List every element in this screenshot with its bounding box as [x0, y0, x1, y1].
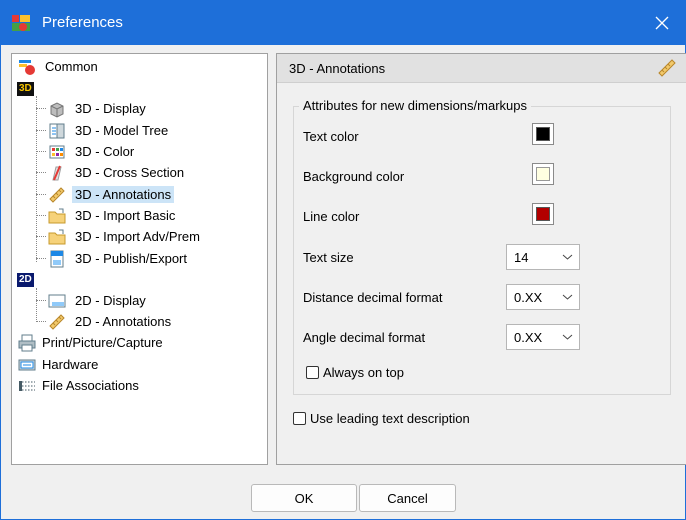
tree-item-2d-display[interactable]: 2D - Display [48, 290, 149, 311]
cross-section-icon [52, 165, 62, 180]
tree-connector [36, 236, 46, 237]
distance-format-label: Distance decimal format [303, 290, 443, 305]
ok-button[interactable]: OK [251, 484, 357, 512]
model-tree-icon [49, 123, 65, 138]
tree-item-3d-import-basic[interactable]: 3D - Import Basic [48, 205, 178, 226]
ruler-icon [49, 186, 65, 203]
angle-format-select[interactable]: 0.XX [506, 324, 580, 350]
settings-panel: 3D - Annotations Attributes for new dime… [276, 53, 686, 465]
folder-import-icon [48, 208, 66, 223]
tree-item-3d-publish-export[interactable]: 3D - Publish/Export [48, 248, 190, 269]
tree-connector [36, 108, 46, 109]
leading-text-checkbox[interactable]: Use leading text description [293, 411, 470, 426]
line-color-swatch [536, 207, 550, 221]
tree-label: 2D - Annotations [75, 314, 172, 329]
cancel-button[interactable]: Cancel [359, 484, 456, 512]
text-color-label: Text color [303, 129, 359, 144]
angle-format-label: Angle decimal format [303, 330, 426, 345]
close-icon [655, 16, 669, 30]
text-size-label: Text size [303, 250, 354, 265]
cube-icon [50, 101, 64, 118]
preferences-dialog: Preferences Common 3D 3D - Display 3D - … [0, 0, 686, 520]
tree-connector [36, 130, 46, 131]
tree-connector [36, 300, 46, 301]
tree-item-3d-annotations[interactable]: 3D - Annotations [48, 184, 175, 205]
always-on-top-checkbox[interactable]: Always on top [306, 365, 404, 380]
always-on-top-label: Always on top [323, 365, 404, 380]
tree-item-3d-display[interactable]: 3D - Display [48, 98, 149, 119]
ruler-icon [49, 313, 65, 330]
close-button[interactable] [639, 1, 685, 45]
tree-item-common[interactable]: Common [18, 56, 101, 77]
ruler-icon [658, 59, 676, 77]
text-color-swatch [536, 127, 550, 141]
leading-text-label: Use leading text description [310, 411, 470, 426]
line-color-picker[interactable] [532, 203, 554, 225]
group-title: Attributes for new dimensions/markups [299, 98, 531, 113]
tree-item-file-associations[interactable]: File Associations [18, 375, 142, 396]
distance-format-value: 0.XX [514, 290, 543, 305]
chevron-down-icon [562, 334, 573, 340]
tree-label: 3D - Model Tree [75, 123, 169, 138]
tree-label: Hardware [42, 357, 99, 372]
tree-connector [36, 215, 46, 216]
tree-label: 3D - Color [75, 144, 135, 159]
title-bar: Preferences [1, 1, 685, 45]
tree-item-hardware[interactable]: Hardware [18, 354, 101, 375]
badge-3d-icon: 3D [17, 81, 34, 96]
badge-2d-icon: 2D [17, 272, 34, 287]
tree-label: 3D - Display [75, 101, 146, 116]
printer-icon [18, 334, 36, 351]
distance-format-select[interactable]: 0.XX [506, 284, 580, 310]
tree-item-2d-annotations[interactable]: 2D - Annotations [48, 311, 174, 332]
chevron-down-icon [562, 294, 573, 300]
section-title: 3D - Annotations [289, 61, 386, 76]
tree-label: Print/Picture/Capture [42, 335, 163, 350]
tree-connector [36, 321, 46, 322]
common-settings-icon [19, 59, 35, 75]
tree-label: 2D - Display [75, 293, 146, 308]
text-size-select[interactable]: 14 [506, 244, 580, 270]
window-title: Preferences [42, 14, 123, 31]
line-color-label: Line color [303, 209, 360, 224]
background-color-picker[interactable] [532, 163, 554, 185]
tree-label: Common [45, 59, 98, 74]
tree-group-3d[interactable]: 3D [17, 78, 34, 99]
file-association-icon [19, 380, 35, 391]
tree-item-3d-cross-section[interactable]: 3D - Cross Section [48, 162, 187, 183]
tree-label: 3D - Publish/Export [75, 251, 187, 266]
checkbox-box [293, 412, 306, 425]
background-color-swatch [536, 167, 550, 181]
tree-group-2d[interactable]: 2D [17, 269, 34, 290]
chevron-down-icon [562, 254, 573, 260]
tree-connector [36, 96, 37, 262]
display-2d-icon [48, 294, 66, 307]
app-icon [12, 15, 30, 31]
tree-connector [36, 194, 46, 195]
text-size-value: 14 [514, 250, 529, 265]
tree-label: 3D - Import Adv/Prem [75, 229, 200, 244]
tree-label: 3D - Cross Section [75, 165, 185, 180]
preferences-tree[interactable]: Common 3D 3D - Display 3D - Model Tree 3… [11, 53, 268, 465]
tree-item-print[interactable]: Print/Picture/Capture [18, 332, 166, 353]
tree-connector [36, 151, 46, 152]
tree-label: File Associations [42, 378, 139, 393]
background-color-label: Background color [303, 169, 405, 184]
text-color-picker[interactable] [532, 123, 554, 145]
tree-item-3d-import-adv[interactable]: 3D - Import Adv/Prem [48, 226, 203, 247]
tree-item-3d-color[interactable]: 3D - Color [48, 141, 137, 162]
tree-label: 3D - Import Basic [75, 208, 176, 223]
section-header: 3D - Annotations [277, 54, 686, 83]
tree-label: 3D - Annotations [72, 186, 175, 203]
tree-connector [36, 288, 37, 322]
tree-connector [36, 172, 46, 173]
folder-import-icon [48, 229, 66, 244]
publish-icon [50, 250, 64, 267]
tree-item-3d-model-tree[interactable]: 3D - Model Tree [48, 120, 171, 141]
color-palette-icon [49, 145, 65, 158]
angle-format-value: 0.XX [514, 330, 543, 345]
checkbox-box [306, 366, 319, 379]
tree-connector [36, 258, 46, 259]
hardware-icon [18, 359, 36, 370]
